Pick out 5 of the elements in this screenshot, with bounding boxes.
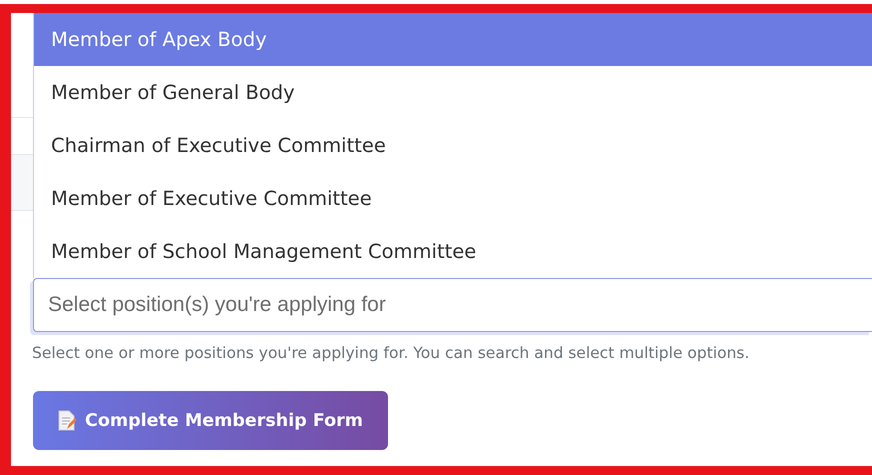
- document-pencil-icon: [58, 410, 76, 431]
- help-text: Select one or more positions you're applying for. You can search and select multiple options.: [32, 344, 750, 362]
- submit-button[interactable]: Complete Membership Form: [33, 391, 388, 450]
- dropdown-option[interactable]: Member of Apex Body: [34, 13, 872, 66]
- positions-field[interactable]: Select position(s) you're applying for: [33, 278, 872, 332]
